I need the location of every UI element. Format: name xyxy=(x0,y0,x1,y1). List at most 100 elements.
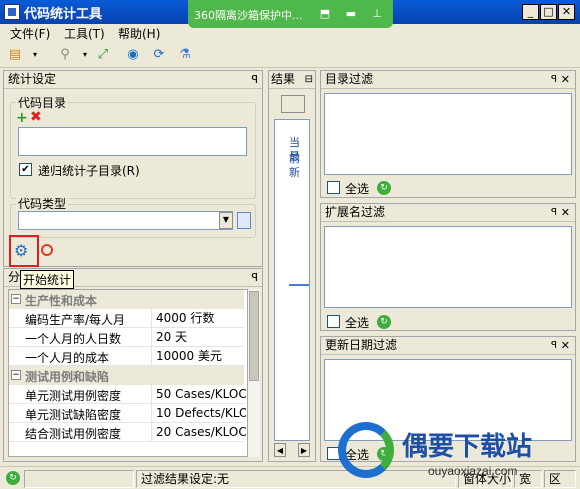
panel-header: 结果 ⊟ xyxy=(269,71,315,89)
tab-nav[interactable] xyxy=(281,95,305,113)
panel-header: 统计设定 ꟼ xyxy=(4,71,262,89)
window-title: 代码统计工具 xyxy=(24,7,103,22)
filter-result-status: 过滤结果设定:无 xyxy=(136,470,456,488)
panel-title-prefix: 分 xyxy=(8,270,21,284)
window-icon[interactable]: ⊟ xyxy=(305,71,313,88)
results-view[interactable]: 当前 最新 xyxy=(274,119,310,441)
code-type-select[interactable] xyxy=(18,211,233,230)
app-icon xyxy=(4,4,20,20)
stats-table-panel: 分 ꟼ − 生产性和成本 编码生产率/每人月 4000 行数 一个人月的人日数 20 … xyxy=(3,268,263,462)
date-filter-list[interactable] xyxy=(324,359,572,441)
close-icon[interactable]: ✕ xyxy=(561,204,570,221)
pin-icon[interactable]: ꟼ xyxy=(551,71,557,88)
stats-grid[interactable]: − 生产性和成本 编码生产率/每人月 4000 行数 一个人月的人日数 20 天 一个… xyxy=(8,289,248,457)
table-row[interactable]: 一个人月的成本 10000 美元 xyxy=(9,347,244,366)
refresh-icon[interactable]: ↻ xyxy=(377,181,391,195)
code-dir-list[interactable] xyxy=(18,127,247,156)
add-icon[interactable]: + xyxy=(16,111,28,125)
flask-icon[interactable]: ⚗ xyxy=(176,46,194,64)
select-all-label: 全选 xyxy=(345,182,370,196)
table-row[interactable]: 一个人月的人日数 20 天 xyxy=(9,328,244,347)
panel-header: 更新日期过滤 ꟼ ✕ xyxy=(321,337,575,355)
tack-icon[interactable]: ⊥ xyxy=(368,5,386,23)
select-all-checkbox[interactable] xyxy=(327,315,340,328)
pin-icon[interactable]: ꟼ xyxy=(251,71,258,88)
refresh-icon[interactable]: ⟳ xyxy=(150,46,168,64)
stats-settings-panel: 统计设定 ꟼ 代码目录 + ✖ ✔ 递归统计子目录(R) 代码类型 ▼ ⚙ xyxy=(3,70,263,267)
select-all-checkbox[interactable] xyxy=(327,181,340,194)
fullscreen-icon[interactable]: ⤢ xyxy=(94,46,112,64)
maximize-button[interactable]: □ xyxy=(540,4,557,20)
chart-icon[interactable]: ▤ xyxy=(6,46,24,64)
window-size-status: 窗体大小 xyxy=(458,470,512,488)
select-all-label: 全选 xyxy=(345,316,370,330)
category-row[interactable]: − 生产性和成本 xyxy=(9,290,244,309)
menu-bar: 文件(F) 工具(T) 帮助(H) xyxy=(0,24,580,42)
category-row[interactable]: − 测试用例和缺陷 xyxy=(9,366,244,385)
close-button[interactable]: ✕ xyxy=(558,4,575,20)
gears-icon[interactable]: ⚙ xyxy=(14,241,28,260)
sandbox-notice-text: 360隔离沙箱保护中... xyxy=(194,9,303,22)
row-key: 一个人月的成本 xyxy=(25,351,110,365)
refresh-icon[interactable]: ↻ xyxy=(377,447,391,461)
ext-filter-panel: 扩展名过滤 ꟼ ✕ 全选 ↻ xyxy=(320,203,576,331)
table-row[interactable]: 单元测试用例密度 50 Cases/KLOC xyxy=(9,385,246,404)
code-type-label: 代码类型 xyxy=(16,195,69,212)
row-key: 单元测试缺陷密度 xyxy=(25,408,122,422)
close-icon[interactable]: ✕ xyxy=(561,71,570,88)
scroll-right-icon[interactable]: ▶ xyxy=(298,443,310,457)
recursive-label: 递归统计子目录(R) xyxy=(38,164,140,178)
scrollbar-thumb[interactable] xyxy=(249,291,259,381)
pin-icon[interactable]: ꟼ xyxy=(251,269,258,286)
chevron-down-icon[interactable]: ▾ xyxy=(76,46,94,64)
pin-icon[interactable]: ⬒ xyxy=(316,5,334,23)
pin-icon[interactable]: ꟼ xyxy=(551,204,557,221)
globe-icon[interactable]: ◉ xyxy=(124,46,142,64)
close-icon[interactable]: ✕ xyxy=(561,337,570,354)
dir-filter-list[interactable] xyxy=(324,93,572,175)
results-panel: 结果 ⊟ 当前 最新 ◀ ▶ xyxy=(268,70,316,462)
row-value[interactable]: 50 Cases/KLOC xyxy=(151,385,246,404)
row-key: 结合测试用例密度 xyxy=(25,427,122,441)
status-refresh-icon[interactable]: ↻ xyxy=(6,471,20,485)
start-tooltip: 开始统计 xyxy=(20,270,75,289)
area-status: 区 xyxy=(544,470,576,488)
collapse-icon[interactable]: − xyxy=(11,370,21,380)
code-dir-label: 代码目录 xyxy=(16,94,69,111)
panel-title: 结果 xyxy=(271,72,296,86)
panel-header: 目录过滤 ꟼ ✕ xyxy=(321,71,575,89)
row-value[interactable]: 10 Defects/KLOC xyxy=(151,404,246,423)
dropdown-arrow-icon[interactable]: ▼ xyxy=(219,212,233,229)
delete-icon[interactable]: ✖ xyxy=(30,110,42,124)
panel-header: 扩展名过滤 ꟼ ✕ xyxy=(321,204,575,222)
select-all-checkbox[interactable] xyxy=(327,447,340,460)
minimize-button[interactable]: _ xyxy=(522,4,539,20)
refresh-icon[interactable]: ↻ xyxy=(377,315,391,329)
scroll-left-icon[interactable]: ◀ xyxy=(274,443,286,457)
menu-file[interactable]: 文件(F) xyxy=(10,25,50,42)
category-label: 生产性和成本 xyxy=(25,294,98,308)
table-row[interactable]: 单元测试缺陷密度 10 Defects/KLOC xyxy=(9,404,246,423)
chevron-down-icon[interactable]: ▾ xyxy=(26,46,44,64)
table-row[interactable]: 结合测试用例密度 20 Cases/KLOC xyxy=(9,423,246,442)
table-row[interactable]: 编码生产率/每人月 4000 行数 xyxy=(9,309,244,328)
toolbar: ▤ ▾ ⚲ ▾ ⤢ ◉ ⟳ ⚗ xyxy=(0,42,580,68)
status-bar: ↻ 过滤结果设定:无 窗体大小 宽 区 xyxy=(0,466,580,489)
result-line: 最新 xyxy=(289,150,300,179)
menu-tools[interactable]: 工具(T) xyxy=(64,25,105,42)
row-value[interactable]: 4000 行数 xyxy=(151,309,246,328)
recursive-checkbox[interactable]: ✔ xyxy=(19,163,32,176)
menu-help[interactable]: 帮助(H) xyxy=(118,25,160,42)
collapse-icon[interactable]: − xyxy=(11,294,21,304)
row-key: 单元测试用例密度 xyxy=(25,389,122,403)
filter-icon[interactable]: ⚲ xyxy=(56,46,74,64)
pin-icon[interactable]: ꟼ xyxy=(551,337,557,354)
row-value[interactable]: 10000 美元 xyxy=(151,347,246,366)
folder-icon[interactable]: ▬ xyxy=(342,5,360,23)
stop-icon[interactable] xyxy=(41,244,53,256)
row-value[interactable]: 20 Cases/KLOC xyxy=(151,423,246,442)
select-all-label: 全选 xyxy=(345,448,370,462)
row-value[interactable]: 20 天 xyxy=(151,328,246,347)
ext-filter-list[interactable] xyxy=(324,226,572,308)
browse-icon[interactable] xyxy=(237,212,251,229)
